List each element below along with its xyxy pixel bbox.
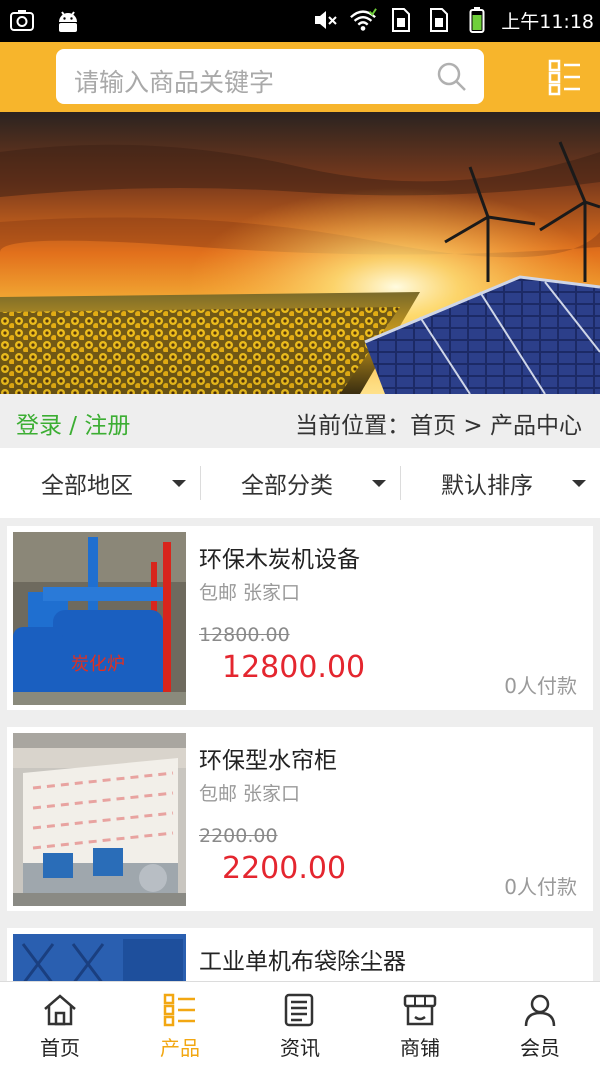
promo-banner[interactable] xyxy=(0,112,600,394)
product-name[interactable]: 环保木炭机设备 xyxy=(199,540,360,574)
category-menu-icon[interactable] xyxy=(548,58,582,96)
caret-down-icon xyxy=(572,480,586,487)
product-image[interactable]: 炭化炉 xyxy=(13,532,186,705)
filter-label: 默认排序 xyxy=(441,473,533,499)
sim1-icon xyxy=(387,6,415,34)
tab-member[interactable]: 会员 xyxy=(480,982,600,1067)
status-bar: 上午11:18 xyxy=(0,0,600,42)
original-price: 2200.00 xyxy=(199,825,278,847)
login-register-link[interactable]: 登录 / 注册 xyxy=(16,406,130,440)
news-icon xyxy=(282,992,318,1028)
product-card[interactable]: 环保型水帘柜 包邮 张家口 2200.00 2200.00 0人付款 xyxy=(7,727,593,911)
breadcrumb: 当前位置：首页 > 产品中心 xyxy=(295,413,582,439)
caret-down-icon xyxy=(172,480,186,487)
search-icon[interactable] xyxy=(436,61,468,93)
filter-category-dropdown[interactable]: 全部分类 xyxy=(200,448,400,518)
sale-price: 12800.00 xyxy=(222,650,366,685)
tab-products[interactable]: 产品 xyxy=(120,982,240,1067)
product-card[interactable]: 炭化炉 环保木炭机设备 包邮 张家口 12800.00 12800.00 0人付… xyxy=(7,526,593,710)
product-name[interactable]: 环保型水帘柜 xyxy=(199,741,337,775)
tab-shop[interactable]: 商铺 xyxy=(360,982,480,1067)
home-icon xyxy=(42,992,78,1028)
search-input[interactable]: 请输入商品关键字 xyxy=(56,49,484,104)
sunflower-field xyxy=(0,292,420,394)
tab-news[interactable]: 资讯 xyxy=(240,982,360,1067)
filter-sort-dropdown[interactable]: 默认排序 xyxy=(400,448,600,518)
buyer-count: 0人付款 xyxy=(504,875,577,899)
product-name[interactable]: 工业单机布袋除尘器 xyxy=(199,942,406,976)
search-placeholder: 请输入商品关键字 xyxy=(74,68,275,97)
filter-label: 全部地区 xyxy=(41,473,133,499)
buyer-count: 0人付款 xyxy=(504,674,577,698)
tab-home[interactable]: 首页 xyxy=(0,982,120,1067)
original-price: 12800.00 xyxy=(199,624,290,646)
screenshot-icon xyxy=(8,7,36,35)
sim2-icon xyxy=(425,6,453,34)
battery-icon xyxy=(463,6,491,34)
product-image[interactable] xyxy=(13,733,186,906)
tab-label: 会员 xyxy=(520,1036,560,1060)
mute-icon xyxy=(311,6,339,34)
android-icon xyxy=(54,7,82,35)
clock: 上午11:18 xyxy=(501,10,594,33)
tab-label: 商铺 xyxy=(400,1036,440,1060)
product-shipping-location: 包邮 张家口 xyxy=(199,582,301,604)
tab-label: 资讯 xyxy=(280,1036,320,1060)
caret-down-icon xyxy=(372,480,386,487)
product-list-icon xyxy=(162,992,198,1028)
member-icon xyxy=(522,992,558,1028)
wifi-icon xyxy=(349,6,378,34)
filter-bar: 全部地区 全部分类 默认排序 xyxy=(0,448,600,518)
bottom-tab-bar: 首页 产品 资讯 商铺 会员 xyxy=(0,981,600,1067)
filter-label: 全部分类 xyxy=(241,473,333,499)
filter-region-dropdown[interactable]: 全部地区 xyxy=(0,448,200,518)
header-bar: 请输入商品关键字 xyxy=(0,42,600,112)
sale-price: 2200.00 xyxy=(222,851,347,886)
svg-text:炭化炉: 炭化炉 xyxy=(71,654,125,675)
product-shipping-location: 包邮 张家口 xyxy=(199,783,301,805)
location-bar: 登录 / 注册 当前位置：首页 > 产品中心 xyxy=(0,394,600,448)
tab-label: 产品 xyxy=(160,1036,200,1060)
shop-icon xyxy=(402,992,438,1028)
tab-label: 首页 xyxy=(40,1036,80,1060)
